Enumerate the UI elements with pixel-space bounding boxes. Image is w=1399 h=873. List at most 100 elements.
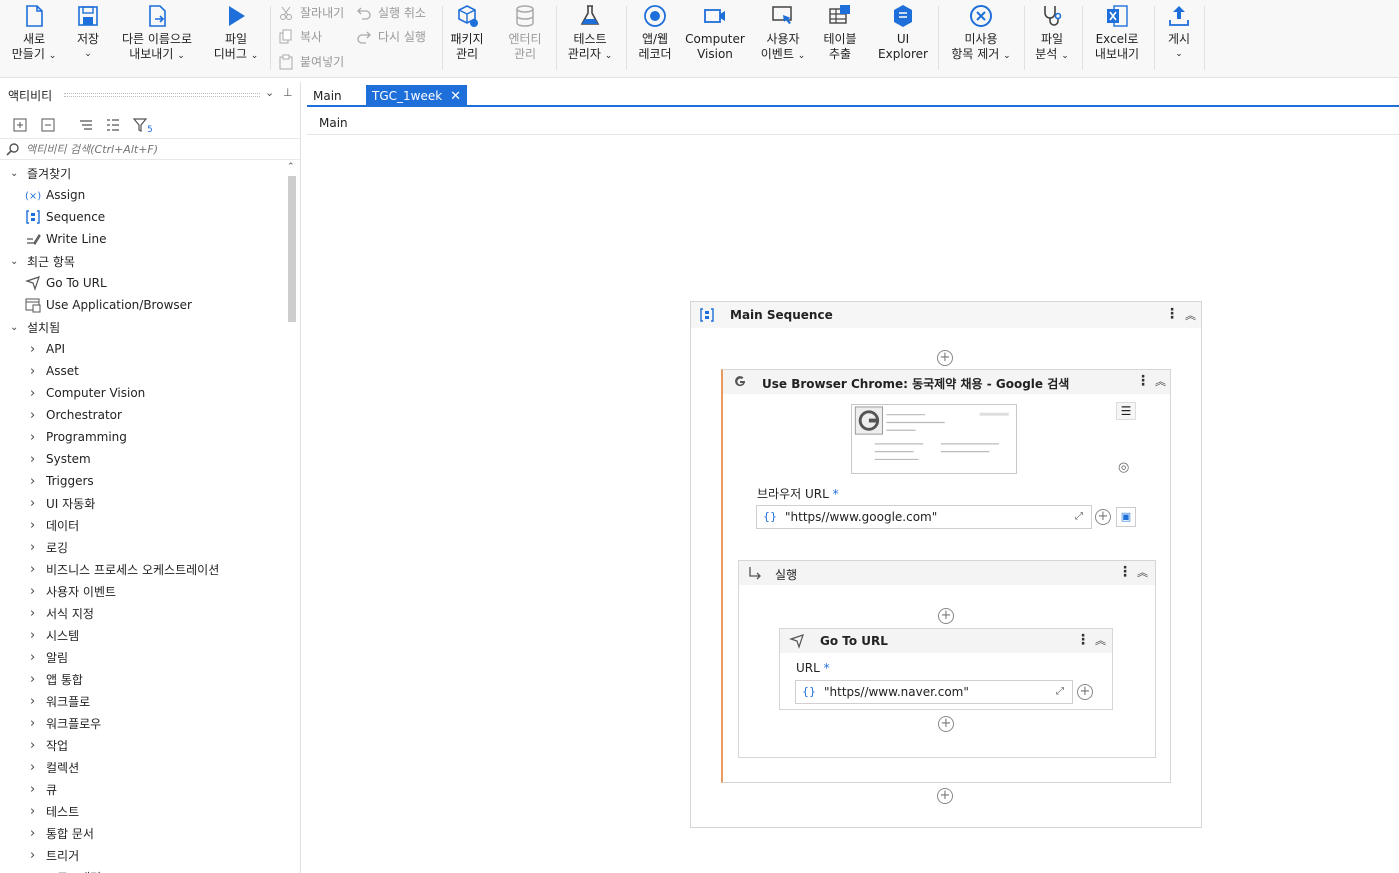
tree-category-triggers[interactable]: › Triggers <box>0 470 285 492</box>
tree-category-큐[interactable]: › 큐 <box>0 778 285 800</box>
main-sequence-activity[interactable]: Main Sequence ⋮ ︽ + Use Browser Chrome: … <box>690 301 1202 828</box>
go-to-url-collapse-icon[interactable]: ︽ <box>1095 632 1106 648</box>
chevron-right-icon[interactable]: › <box>30 760 35 775</box>
chevron-right-icon[interactable]: › <box>30 408 35 423</box>
save-dropdown-icon[interactable]: ⌄ <box>84 47 92 62</box>
panel-scrollbar[interactable]: ⌃ <box>286 162 298 873</box>
chevron-right-icon[interactable]: › <box>30 738 35 753</box>
tree-category-테스트[interactable]: › 테스트 <box>0 800 285 822</box>
tree-category-통합-문서[interactable]: › 통합 문서 <box>0 822 285 844</box>
tree-category-워크플로우[interactable]: › 워크플로우 <box>0 712 285 734</box>
tree-category-프로그래밍[interactable]: › 프로그래밍 <box>0 866 285 873</box>
tree-category-asset[interactable]: › Asset <box>0 360 285 382</box>
tree-activity-sequence[interactable]: Sequence <box>0 206 285 228</box>
chevron-right-icon[interactable]: › <box>30 474 35 489</box>
tree-category-비즈니스-프로세스-오케스트레이션[interactable]: › 비즈니스 프로세스 오케스트레이션 <box>0 558 285 580</box>
tree-activity-go-to-url[interactable]: Go To URL <box>0 272 285 294</box>
tab-main[interactable]: Main <box>307 85 348 107</box>
chevron-right-icon[interactable]: › <box>30 496 35 511</box>
undo-button[interactable]: 실행 취소 <box>356 4 426 21</box>
open-browser-icon[interactable]: ▣ <box>1116 507 1136 527</box>
main-sequence-collapse-icon[interactable]: ︽ <box>1185 307 1196 323</box>
chevron-right-icon[interactable]: › <box>30 870 35 873</box>
tree-activity-assign[interactable]: (×) Assign <box>0 184 285 206</box>
computer-vision-button[interactable]: Computer Vision <box>684 0 746 76</box>
add-activity-button[interactable]: + <box>937 350 953 366</box>
browser-url-field[interactable]: {} "https//www.google.com" ⤢ <box>756 505 1092 529</box>
go-to-url-add-button[interactable]: + <box>1077 684 1093 700</box>
export-excel-button[interactable]: Excel로 내보내기 <box>1088 0 1146 76</box>
collapse-all-icon[interactable] <box>39 116 57 134</box>
tree-category-데이터[interactable]: › 데이터 <box>0 514 285 536</box>
ui-explorer-button[interactable]: UI Explorer <box>878 0 928 76</box>
save-button[interactable]: 저장 ⌄ <box>68 0 108 76</box>
chevron-right-icon[interactable]: › <box>30 672 35 687</box>
browser-url-add-button[interactable]: + <box>1095 509 1111 525</box>
hamburger-menu-icon[interactable]: ☰ <box>1116 402 1136 420</box>
remove-unused-button[interactable]: 미사용 항목 제거 ⌄ <box>944 0 1018 76</box>
tree-category-서식-지정[interactable]: › 서식 지정 <box>0 602 285 624</box>
use-browser-activity[interactable]: Use Browser Chrome: 동국제약 채용 - Google 검색 … <box>721 369 1171 783</box>
tree-category-워크플로[interactable]: › 워크플로 <box>0 690 285 712</box>
table-extraction-button[interactable]: 테이블 추출 <box>818 0 862 76</box>
copy-button[interactable]: 복사 <box>278 28 322 45</box>
tab-tgc-1week[interactable]: TGC_1week ✕ <box>366 85 468 107</box>
tree-activity-write-line[interactable]: Write Line <box>0 228 285 250</box>
breadcrumb[interactable]: Main <box>319 116 348 130</box>
tree-category-사용자-이벤트[interactable]: › 사용자 이벤트 <box>0 580 285 602</box>
target-indicate-icon[interactable]: ◎ <box>1118 460 1129 475</box>
recorder-button[interactable]: 앱/웹 레코더 <box>632 0 678 76</box>
tree-category-programming[interactable]: › Programming <box>0 426 285 448</box>
tree-category-로깅[interactable]: › 로깅 <box>0 536 285 558</box>
list-view-icon[interactable] <box>104 116 122 134</box>
tree-category-컬렉션[interactable]: › 컬렉션 <box>0 756 285 778</box>
debug-button[interactable]: 파일 디버그 ⌄ <box>210 0 262 76</box>
chevron-right-icon[interactable]: › <box>30 452 35 467</box>
user-events-button[interactable]: 사용자 이벤트 ⌄ <box>756 0 810 76</box>
chevron-down-icon[interactable]: ⌄ <box>10 256 18 267</box>
chevron-right-icon[interactable]: › <box>30 716 35 731</box>
tree-category-알림[interactable]: › 알림 <box>0 646 285 668</box>
chevron-right-icon[interactable]: › <box>30 694 35 709</box>
tree-group-최근-항목[interactable]: ⌄ 최근 항목 <box>0 250 285 272</box>
sort-icon[interactable] <box>77 116 95 134</box>
tree-group-설치됨[interactable]: ⌄ 설치됨 <box>0 316 285 338</box>
manage-packages-button[interactable]: 패키지 관리 <box>445 0 489 76</box>
chevron-right-icon[interactable]: › <box>30 518 35 533</box>
publish-button[interactable]: 게시 ⌄ <box>1160 0 1198 76</box>
tree-category-작업[interactable]: › 작업 <box>0 734 285 756</box>
go-to-url-activity[interactable]: Go To URL ⋮ ︽ URL * {} "https//www.naver… <box>779 628 1113 710</box>
paste-button[interactable]: 붙여넣기 <box>278 53 344 70</box>
tree-category-api[interactable]: › API <box>0 338 285 360</box>
tree-category-시스템[interactable]: › 시스템 <box>0 624 285 646</box>
publish-dropdown-icon[interactable]: ⌄ <box>1175 47 1183 62</box>
search-input[interactable] <box>26 141 286 158</box>
chevron-right-icon[interactable]: › <box>30 342 35 357</box>
do-add-activity-button[interactable]: + <box>938 716 954 732</box>
do-add-activity-button[interactable]: + <box>938 608 954 624</box>
chevron-right-icon[interactable]: › <box>30 540 35 555</box>
chevron-right-icon[interactable]: › <box>30 782 35 797</box>
chevron-down-icon[interactable]: ⌄ <box>10 322 18 333</box>
chevron-right-icon[interactable]: › <box>30 848 35 863</box>
add-activity-button[interactable]: + <box>937 788 953 804</box>
do-collapse-icon[interactable]: ︽ <box>1137 564 1148 580</box>
expand-field-icon[interactable]: ⤢ <box>1075 511 1083 522</box>
test-manager-button[interactable]: 테스트 관리자 ⌄ <box>562 0 618 76</box>
save-as-button[interactable]: 다른 이름으로 내보내기 ⌄ <box>116 0 198 76</box>
tree-category-computer-vision[interactable]: › Computer Vision <box>0 382 285 404</box>
manage-entities-button[interactable]: 엔터티 관리 <box>503 0 547 76</box>
chevron-right-icon[interactable]: › <box>30 628 35 643</box>
chevron-right-icon[interactable]: › <box>30 606 35 621</box>
expand-field-icon[interactable]: ⤢ <box>1056 686 1064 697</box>
close-tab-icon[interactable]: ✕ <box>450 89 461 104</box>
panel-menu-chevron-icon[interactable]: ⌄ <box>265 86 274 99</box>
chevron-right-icon[interactable]: › <box>30 562 35 577</box>
tree-category-orchestrator[interactable]: › Orchestrator <box>0 404 285 426</box>
tree-category-ui-자동화[interactable]: › UI 자동화 <box>0 492 285 514</box>
chevron-right-icon[interactable]: › <box>30 650 35 665</box>
do-menu-icon[interactable]: ⋮ <box>1118 564 1132 580</box>
redo-button[interactable]: 다시 실행 <box>356 28 426 45</box>
browser-screenshot-thumbnail[interactable] <box>851 404 1017 474</box>
go-to-url-menu-icon[interactable]: ⋮ <box>1076 632 1090 648</box>
